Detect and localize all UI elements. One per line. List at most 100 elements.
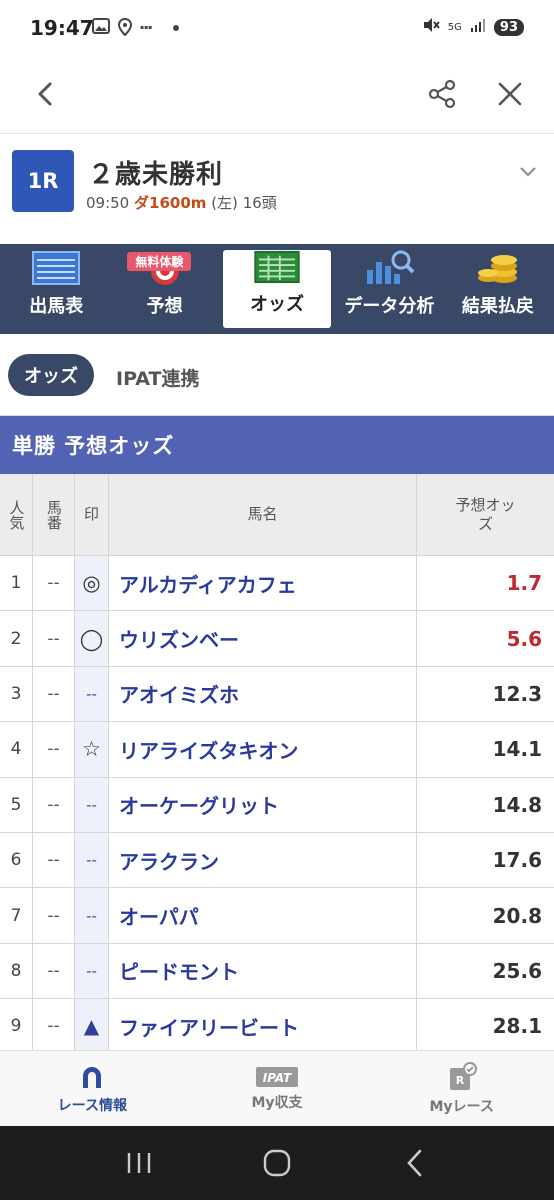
nav-my-race[interactable]: R Myレース	[369, 1051, 554, 1126]
nav-race-info[interactable]: レース情報	[0, 1051, 185, 1126]
header-rank: 人気	[0, 474, 33, 555]
horse-number-cell: --	[33, 999, 75, 1054]
network-label: 5G	[447, 21, 462, 33]
tab-label: 出馬表	[29, 296, 84, 317]
table-row[interactable]: 1 -- ◎ アルカディアカフェ 1.7	[0, 556, 554, 612]
table-row[interactable]: 7 -- -- オーパパ 20.8	[0, 888, 554, 944]
race-runners: 16頭	[242, 194, 277, 212]
race-tab-bar: 出馬表 無料体験 予想 オッズ データ分析 結果払戻	[0, 244, 554, 334]
odds-grid-icon	[254, 250, 300, 284]
header-odds: 予想オッズ	[455, 495, 516, 533]
horse-name-link[interactable]: アルカディアカフェ	[109, 556, 417, 611]
horse-name-link[interactable]: オーパパ	[109, 888, 417, 943]
rank-cell: 7	[0, 888, 33, 943]
tab-results[interactable]: 結果払戻	[444, 248, 552, 330]
odds-cell: 17.6	[492, 848, 542, 873]
header-mark: 印	[75, 474, 109, 555]
horse-name-link[interactable]: アオイミズホ	[109, 666, 417, 722]
nav-label: レース情報	[57, 1097, 127, 1114]
nav-my-balance[interactable]: IPAT My収支	[185, 1051, 370, 1126]
nav-label: My収支	[251, 1094, 303, 1111]
tab-odds[interactable]: オッズ	[222, 250, 332, 328]
prediction-mark-cell: --	[75, 888, 109, 943]
horse-name-link[interactable]: ピードモント	[109, 943, 417, 999]
back-button[interactable]	[24, 72, 68, 116]
sub-tabs: オッズ IPAT連携	[0, 334, 554, 416]
tab-entry-table[interactable]: 出馬表	[2, 248, 110, 330]
tab-label: 予想	[146, 296, 183, 317]
rank-cell: 8	[0, 943, 33, 999]
horse-number-cell: --	[33, 943, 75, 999]
horse-number-cell: --	[33, 556, 75, 611]
gallery-icon	[92, 18, 110, 38]
table-row[interactable]: 8 -- -- ピードモント 25.6	[0, 943, 554, 1000]
coins-icon	[477, 255, 517, 283]
share-icon	[428, 79, 456, 109]
table-row[interactable]: 4 -- ☆ リアライズタキオン 14.1	[0, 722, 554, 778]
table-row[interactable]: 6 -- -- アラクラン 17.6	[0, 832, 554, 889]
horse-name-link[interactable]: ウリズンベー	[109, 611, 417, 666]
horse-name-link[interactable]: ファイアリービート	[109, 999, 417, 1054]
odds-cell: 28.1	[492, 1014, 542, 1039]
rank-cell: 5	[0, 777, 33, 832]
status-right: 5G 93	[422, 16, 524, 38]
my-race-icon: R	[449, 1061, 477, 1090]
home-icon	[263, 1149, 291, 1177]
horse-number-cell: --	[33, 832, 75, 888]
odds-cell: 5.6	[506, 626, 542, 651]
odds-table: 人気 馬番 印 馬名 予想オッズ 1 -- ◎ アルカディアカフェ 1.7 2 -- ◯ ウリズ…	[0, 474, 554, 1055]
prediction-mark-cell: ◯	[75, 611, 109, 666]
horse-number-cell: --	[33, 777, 75, 832]
recent-apps-button[interactable]	[119, 1143, 159, 1183]
home-button[interactable]	[257, 1143, 297, 1183]
tab-label: データ分析	[344, 296, 435, 317]
tab-data-analysis[interactable]: データ分析	[335, 248, 443, 330]
horse-name-link[interactable]: リアライズタキオン	[109, 722, 417, 777]
table-row[interactable]: 9 -- ▲ ファイアリービート 28.1	[0, 999, 554, 1055]
system-nav-bar	[0, 1126, 554, 1200]
battery-indicator: 93	[493, 18, 524, 36]
nav-label: Myレース	[429, 1098, 494, 1115]
subtab-odds[interactable]: オッズ	[8, 354, 94, 396]
dot-icon	[172, 20, 180, 36]
tab-prediction[interactable]: 無料体験 予想	[110, 248, 218, 330]
mute-icon	[422, 16, 440, 38]
svg-text:R: R	[455, 1074, 464, 1087]
recent-apps-icon	[127, 1153, 151, 1173]
race-time: 09:50	[86, 194, 130, 212]
race-number-badge: 1R	[12, 150, 74, 212]
table-row[interactable]: 2 -- ◯ ウリズンベー 5.6	[0, 611, 554, 667]
prediction-mark-cell: ◎	[75, 556, 109, 611]
tab-label: オッズ	[250, 294, 305, 315]
odds-cell: 20.8	[492, 903, 542, 928]
table-row[interactable]: 3 -- -- アオイミズホ 12.3	[0, 666, 554, 723]
race-direction: (左)	[211, 194, 238, 212]
horseshoe-icon	[83, 1066, 102, 1088]
section-title: 単勝 予想オッズ	[0, 416, 554, 474]
subtab-ipat[interactable]: IPAT連携	[116, 364, 199, 391]
table-row[interactable]: 5 -- -- オーケーグリット 14.8	[0, 777, 554, 833]
horse-name-link[interactable]: オーケーグリット	[109, 777, 417, 832]
close-button[interactable]	[488, 72, 532, 116]
odds-cell: 1.7	[506, 571, 542, 596]
prediction-mark-cell: --	[75, 777, 109, 832]
system-back-button[interactable]	[395, 1143, 435, 1183]
prediction-mark-cell: --	[75, 832, 109, 888]
prediction-mark-cell: --	[75, 943, 109, 999]
entry-table-icon	[32, 251, 81, 285]
odds-cell: 14.8	[492, 792, 542, 817]
ipat-icon: IPAT	[256, 1066, 298, 1087]
rank-cell: 2	[0, 611, 33, 666]
header-num: 馬番	[33, 474, 75, 555]
race-info[interactable]: 1R ２歳未勝利 09:50 ダ1600m (左) 16頭	[0, 134, 554, 244]
share-button[interactable]	[420, 72, 464, 116]
svg-text:IPAT: IPAT	[263, 1071, 292, 1085]
odds-cell: 14.1	[492, 737, 542, 762]
race-expand-button[interactable]	[518, 164, 538, 183]
status-time: 19:47	[30, 16, 94, 40]
chevron-down-icon	[520, 167, 536, 177]
odds-cell: 25.6	[492, 958, 542, 983]
rank-cell: 3	[0, 666, 33, 722]
horse-name-link[interactable]: アラクラン	[109, 832, 417, 888]
app-header	[0, 58, 554, 134]
